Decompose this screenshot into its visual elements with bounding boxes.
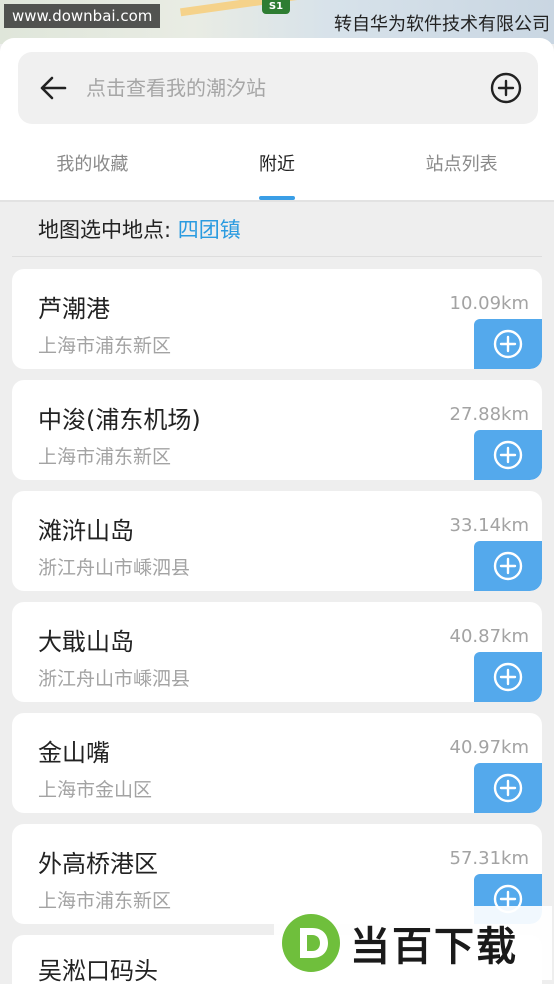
add-station-button[interactable] bbox=[474, 541, 542, 591]
station-region: 上海市金山区 bbox=[38, 779, 153, 801]
station-name: 芦潮港 bbox=[38, 295, 110, 323]
circle-plus-icon bbox=[493, 440, 523, 470]
station-list: 芦潮港 上海市浦东新区 10.09km 中浚(浦东机场) 上海市浦东新区 27.… bbox=[0, 0, 554, 984]
station-name: 滩浒山岛 bbox=[38, 517, 134, 545]
station-distance: 57.31km bbox=[449, 848, 530, 869]
add-station-button[interactable] bbox=[474, 319, 542, 369]
station-name: 中浚(浦东机场) bbox=[38, 406, 201, 434]
station-distance: 33.14km bbox=[449, 515, 530, 536]
add-station-button[interactable] bbox=[474, 763, 542, 813]
circle-plus-icon bbox=[493, 662, 523, 692]
add-station-button[interactable] bbox=[474, 430, 542, 480]
station-distance: 40.87km bbox=[449, 626, 530, 647]
station-card[interactable]: 中浚(浦东机场) 上海市浦东新区 27.88km bbox=[12, 380, 542, 480]
station-region: 上海市浦东新区 bbox=[38, 446, 172, 468]
station-region: 浙江舟山市嵊泗县 bbox=[38, 557, 191, 579]
station-region: 上海市浦东新区 bbox=[38, 335, 172, 357]
station-name: 吴淞口码头 bbox=[38, 957, 158, 984]
station-distance: 10.09km bbox=[449, 293, 530, 314]
station-card[interactable]: 大戢山岛 浙江舟山市嵊泗县 40.87km bbox=[12, 602, 542, 702]
station-name: 外高桥港区 bbox=[38, 850, 158, 878]
circle-plus-icon bbox=[493, 773, 523, 803]
brand-logo: 当百下载 bbox=[274, 906, 552, 980]
station-card[interactable]: 芦潮港 上海市浦东新区 10.09km bbox=[12, 269, 542, 369]
circle-plus-icon bbox=[493, 329, 523, 359]
station-name: 大戢山岛 bbox=[38, 628, 134, 656]
brand-text: 当百下载 bbox=[350, 924, 518, 970]
station-card[interactable]: 滩浒山岛 浙江舟山市嵊泗县 33.14km bbox=[12, 491, 542, 591]
station-distance: 27.88km bbox=[449, 404, 530, 425]
station-region: 浙江舟山市嵊泗县 bbox=[38, 668, 191, 690]
station-card[interactable]: 金山嘴 上海市金山区 40.97km bbox=[12, 713, 542, 813]
circle-plus-icon bbox=[493, 551, 523, 581]
brand-d-icon bbox=[282, 914, 340, 972]
station-distance: 40.97km bbox=[449, 737, 530, 758]
station-region: 上海市浦东新区 bbox=[38, 890, 172, 912]
add-station-button[interactable] bbox=[474, 652, 542, 702]
station-name: 金山嘴 bbox=[38, 739, 110, 767]
